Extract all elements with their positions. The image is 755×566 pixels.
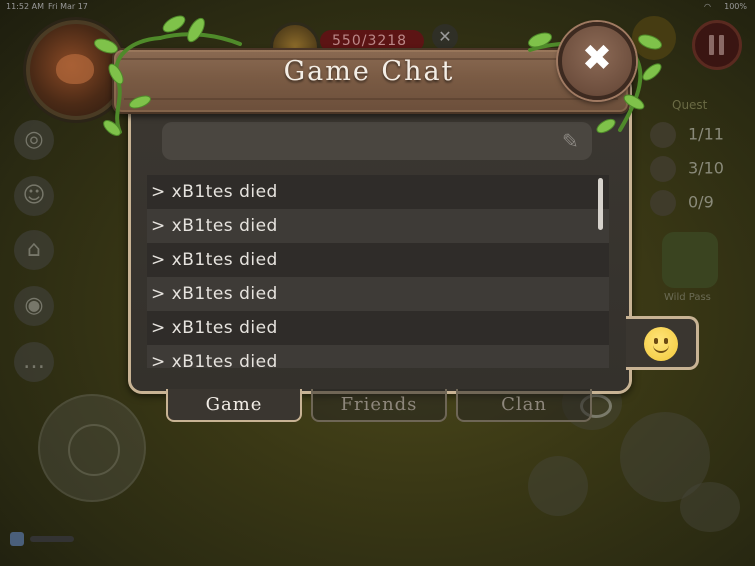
status-date: Fri Mar 17 [48, 2, 88, 11]
status-battery: 100% [724, 2, 747, 11]
energy-meter [10, 532, 74, 546]
home-icon[interactable]: ⌂ [14, 230, 54, 270]
close-icon: ✖ [581, 38, 613, 79]
sprint-button[interactable] [680, 482, 740, 532]
quest-icon [650, 156, 676, 182]
quest-row[interactable]: 0/9 [650, 190, 714, 216]
chat-message: > xB1tes died [147, 175, 609, 209]
chat-message: > xB1tes died [147, 277, 609, 311]
chat-message: > xB1tes died [147, 311, 609, 345]
chat-icon[interactable]: … [14, 342, 54, 382]
chat-message: > xB1tes died [147, 243, 609, 277]
scrollbar[interactable] [598, 178, 603, 230]
sound-skill-button[interactable] [528, 456, 588, 516]
tab-game[interactable]: Game [166, 389, 302, 422]
vine-left-decoration [94, 15, 242, 136]
energy-icon [10, 532, 24, 546]
chat-message: > xB1tes died [147, 345, 609, 368]
tab-clan[interactable]: Clan [456, 389, 592, 422]
quest-progress: 1/11 [688, 124, 724, 144]
slightly-smiling-face-icon [644, 327, 678, 361]
quest-label: Quest [672, 98, 708, 112]
status-time: 11:52 AM [6, 2, 44, 11]
message-list[interactable]: > xB1tes died > xB1tes died > xB1tes die… [147, 175, 609, 368]
movement-joystick[interactable] [38, 394, 146, 502]
close-target-icon[interactable]: ✕ [432, 24, 458, 50]
map-icon[interactable]: ◎ [14, 120, 54, 160]
close-button[interactable]: ✖ [558, 22, 636, 100]
joystick-knob[interactable] [68, 424, 120, 476]
quest-progress: 0/9 [688, 192, 714, 212]
quest-icon [650, 190, 676, 216]
health-text: 550/3218 [332, 33, 408, 49]
wifi-icon: ◠ [704, 2, 711, 11]
wild-pass-icon[interactable] [662, 232, 718, 288]
energy-bar [30, 536, 74, 542]
emoji-button[interactable] [626, 316, 699, 370]
chat-message: > xB1tes died [147, 209, 609, 243]
tab-friends[interactable]: Friends [311, 389, 447, 422]
quest-row[interactable]: 3/10 [650, 156, 724, 182]
pause-button[interactable] [692, 20, 742, 70]
camera-icon[interactable]: ◉ [14, 286, 54, 326]
quest-progress: 3/10 [688, 158, 724, 178]
emote-icon[interactable]: ☺ [14, 176, 54, 216]
wild-pass-label: Wild Pass [664, 292, 711, 303]
